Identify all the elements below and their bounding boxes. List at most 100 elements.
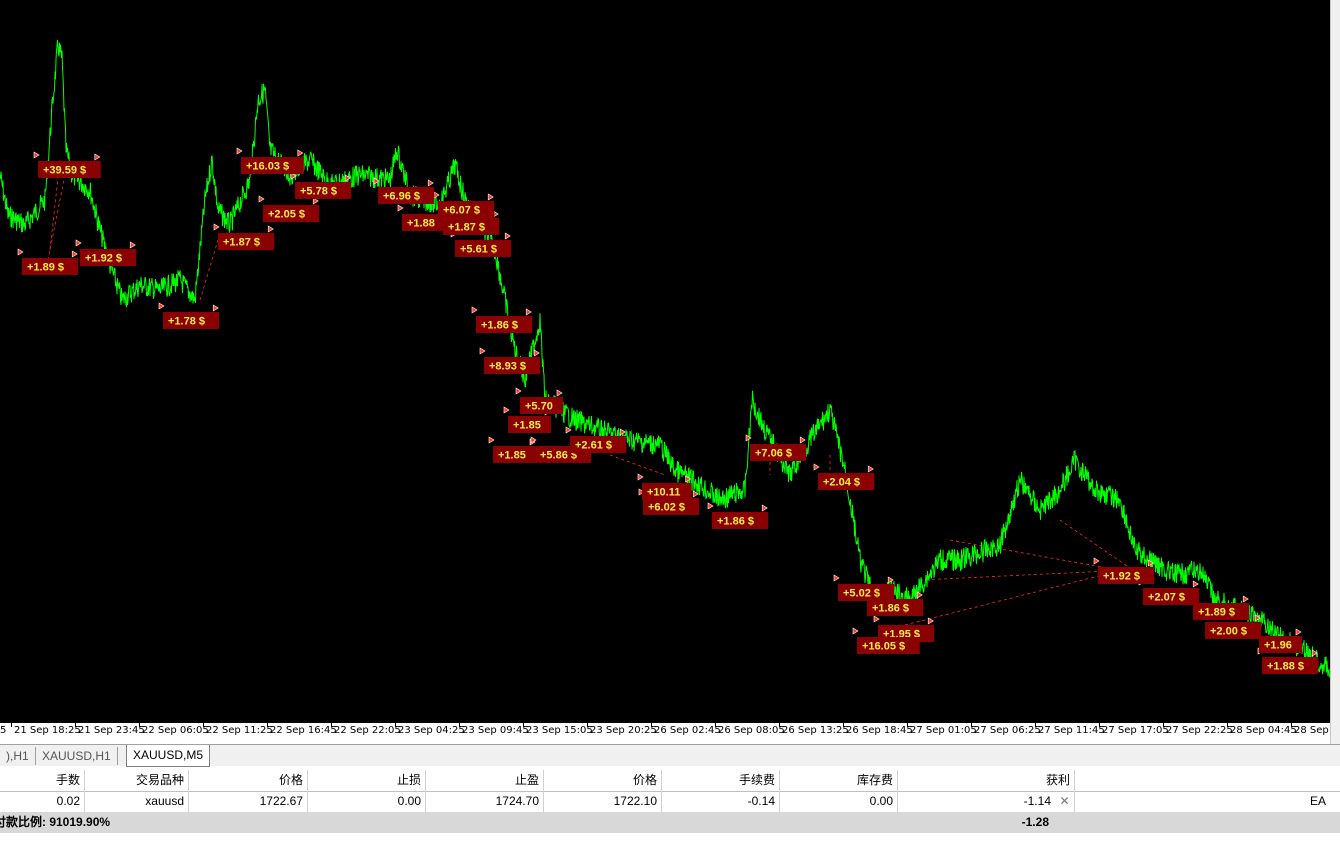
trade-label-text: +5.61 $ [460, 244, 497, 256]
price-chart-canvas[interactable]: +39.59 $ +1.89 $ +1.92 $ +1.87 $ +1.78 $ +16.… [0, 0, 1330, 722]
trade-profit-label[interactable]: +10.11 [642, 483, 692, 500]
trade-label-text: +1.88 $ [1267, 661, 1304, 673]
time-axis-tick-mark [523, 723, 524, 727]
trade-profit-label[interactable]: +8.93 $ [484, 357, 541, 374]
trade-arrow-icon [515, 387, 522, 395]
time-axis-tick-mark [587, 723, 588, 727]
cell-current-price: 1722.10 [544, 791, 662, 812]
trade-profit-label[interactable]: +6.96 $ [378, 187, 435, 204]
time-axis-tick-mark [267, 723, 268, 727]
trade-label-text: +10.11 [647, 487, 680, 499]
trade-profit-label[interactable]: +1.85 [508, 416, 551, 433]
tab-xauusd-m5[interactable]: XAUUSD,M5 [126, 745, 211, 767]
trade-arrow-icon [488, 436, 495, 444]
trade-arrow-icon [75, 239, 82, 247]
time-axis-tick-label: 22 Sep 22:05 [334, 725, 401, 736]
close-position-icon[interactable]: ✕ [1055, 791, 1075, 812]
trade-profit-label[interactable]: +5.78 $ [295, 182, 352, 199]
trade-label-text: +1.89 $ [27, 262, 64, 274]
trade-profit-label[interactable]: +1.87 $ [218, 233, 275, 250]
trade-arrow-icon [479, 347, 486, 355]
trade-label-text: +6.02 $ [648, 502, 685, 514]
trade-profit-label[interactable]: +1.85 [493, 446, 536, 463]
header-commission[interactable]: 手续费 [662, 770, 780, 791]
trade-profit-label[interactable]: +2.00 $ [1205, 622, 1262, 639]
trade-arrow-icon [213, 223, 220, 231]
trade-profit-label[interactable]: +1.96 [1259, 636, 1302, 653]
header-stop-loss[interactable]: 止损 [308, 770, 426, 791]
trade-label-text: +1.85 [498, 450, 526, 462]
margin-level-text: 付款比例: 91019.90% [0, 815, 111, 829]
trade-profit-label[interactable]: +1.89 $ [22, 258, 79, 275]
trade-profit-label[interactable]: +2.07 $ [1143, 588, 1200, 605]
time-axis-tick-label: 22 Sep 16:45 [270, 725, 337, 736]
trade-profit-label[interactable]: +1.92 $ [1098, 567, 1155, 584]
summary-row: 付款比例: 91019.90% -1.28 [0, 812, 1340, 833]
time-axis-tick-label: 23 Sep 04:25 [398, 725, 465, 736]
trade-arrow-icon [397, 204, 404, 212]
trade-profit-label[interactable]: +2.04 $ [818, 473, 875, 490]
header-take-profit[interactable]: 止盈 [426, 770, 544, 791]
trade-arrow-icon [1192, 580, 1199, 588]
trade-profit-label[interactable]: +1.88 $ [1262, 657, 1319, 674]
time-axis-tick-label: 28 Sep 1 [1294, 725, 1330, 736]
time-axis-tick-label: 26 Sep 18:45 [846, 725, 913, 736]
trade-label-text: +6.96 $ [383, 191, 420, 203]
header-symbol[interactable]: 交易品种 [85, 770, 189, 791]
trade-profit-label[interactable]: +1.86 $ [476, 316, 533, 333]
time-axis-tick-label: 27 Sep 22:25 [1166, 725, 1233, 736]
trade-profit-label[interactable]: +6.02 $ [643, 498, 700, 515]
trade-arrow-icon [556, 389, 563, 397]
time-axis: 5 21 Sep 18:25 21 Sep 23:45 22 Sep 06:05 22… [0, 722, 1330, 743]
trade-profit-label[interactable]: +1.92 $ [80, 249, 137, 266]
time-axis-tick-mark [779, 723, 780, 727]
price-chart[interactable]: +39.59 $ +1.89 $ +1.92 $ +1.87 $ +1.78 $ +16.… [0, 0, 1330, 722]
trade-profit-label[interactable]: +5.02 $ [838, 584, 895, 601]
trade-link-line [609, 454, 666, 476]
trade-profit-label[interactable]: +1.78 $ [163, 312, 220, 329]
trade-profit-label[interactable]: +2.61 $ [570, 436, 627, 453]
trade-label-text: +1.86 $ [717, 516, 754, 528]
trade-label-text: +2.05 $ [268, 209, 305, 221]
trade-arrow-icon [487, 193, 494, 201]
cell-comment: EA [1309, 794, 1326, 808]
cell-take-profit: 1724.70 [426, 791, 544, 812]
trade-profit-label[interactable]: +1.87 $ [443, 218, 500, 235]
trade-profit-label[interactable]: +1.89 $ [1193, 603, 1250, 620]
trade-profit-label[interactable]: +5.70 [520, 397, 563, 414]
trade-arrow-icon [916, 591, 923, 599]
tab-chart-1[interactable]: ),H1 [0, 747, 36, 765]
trade-arrow-icon [471, 306, 478, 314]
time-axis-tick-label: 26 Sep 02:45 [654, 725, 721, 736]
header-current-price[interactable]: 价格 [544, 770, 662, 791]
trade-arrow-icon [212, 304, 219, 312]
time-axis-tick-mark [1291, 723, 1292, 727]
tab-xauusd-h1[interactable]: XAUUSD,H1 [36, 747, 118, 765]
table-row[interactable]: 0.02 xauusd 1722.67 0.00 1724.70 1722.10… [0, 791, 1340, 812]
trade-profit-label[interactable]: +5.61 $ [455, 240, 512, 257]
header-swap[interactable]: 库存费 [780, 770, 898, 791]
time-axis-tick-label: 27 Sep 17:05 [1102, 725, 1169, 736]
header-lots[interactable]: 手数 [0, 770, 85, 791]
trade-profit-label[interactable]: +16.03 $ [241, 157, 304, 174]
trade-label-text: +1.78 $ [168, 316, 205, 328]
trade-arrow-icon [813, 463, 820, 471]
trade-profit-labels: +39.59 $ +1.89 $ +1.92 $ +1.87 $ +1.78 $ +16.… [22, 157, 1319, 674]
trade-profit-label[interactable]: +1.86 $ [712, 512, 769, 529]
trade-profit-label[interactable]: +1.86 $ [867, 599, 924, 616]
header-profit[interactable]: 获利 [898, 770, 1075, 791]
trade-arrow-icon [427, 179, 434, 187]
time-axis-tick-label: 27 Sep 06:25 [974, 725, 1041, 736]
trade-label-text: +1.88 [407, 218, 435, 230]
trade-arrow-icon [867, 465, 874, 473]
time-axis-tick-label: 21 Sep 18:25 [14, 725, 81, 736]
trade-profit-label[interactable]: +16.05 $ [857, 637, 920, 654]
trade-profit-label[interactable]: +6.07 $ [438, 201, 495, 218]
time-axis-tick-label: 26 Sep 13:25 [782, 725, 849, 736]
trade-profit-label[interactable]: +2.05 $ [263, 205, 320, 222]
trade-profit-label[interactable]: +7.06 $ [750, 444, 807, 461]
trade-arrow-icon [33, 151, 40, 159]
header-open-price[interactable]: 价格 [189, 770, 308, 791]
trade-label-text: +1.85 [513, 420, 541, 432]
trade-profit-label[interactable]: +39.59 $ [38, 161, 101, 178]
